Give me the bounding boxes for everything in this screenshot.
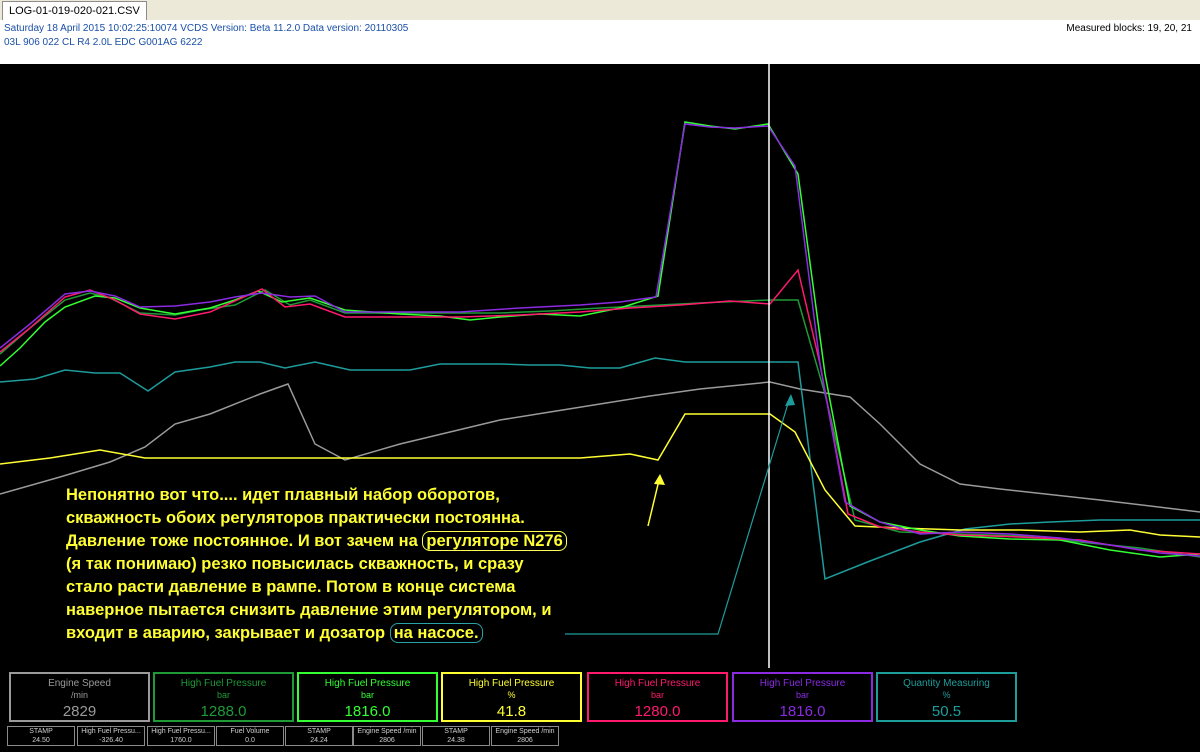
small-box-value: 24.24 [310,737,328,744]
small-box-label: STAMP [29,728,53,735]
measure-name: High Fuel Pressure [759,678,846,689]
small-fuel-pressure-box-2[interactable]: High Fuel Pressu... 1760.0 [147,726,215,746]
stamp-box-2[interactable]: STAMP 24.24 [285,726,353,746]
measure-value: 1280.0 [634,703,681,720]
measure-unit: % [507,690,516,700]
small-box-value: 24.50 [32,737,50,744]
measure-value: 50.5 [931,703,962,720]
small-fuel-volume-box[interactable]: Fuel Volume 0.0 [216,726,284,746]
measure-name: High Fuel Pressure [324,678,411,689]
measure-unit: bar [650,690,664,700]
annotation-arrow-teal-head [785,394,795,406]
measure-value: 1816.0 [779,703,826,720]
measure-unit: % [942,690,951,700]
tab-log-file[interactable]: LOG-01-019-020-021.CSV [2,1,147,20]
measure-value: 1816.0 [344,703,391,720]
small-box-value: 24.38 [447,737,465,744]
small-fuel-pressure-box-1[interactable]: High Fuel Pressu... -326.40 [77,726,145,746]
annotation-comment: Непонятно вот что.... идет плавный набор… [66,484,706,645]
measure-high-fuel-pressure-1[interactable]: High Fuel Pressure bar 1288.0 [153,672,294,722]
header-info-line: Saturday 18 April 2015 10:02:25:10074 VC… [4,23,409,34]
small-box-value: 1760.0 [170,737,192,744]
stamp-box[interactable]: STAMP 24.50 [7,726,75,746]
measure-unit: bar [216,690,230,700]
measure-name: Engine Speed [48,678,111,689]
small-box-label: High Fuel Pressu... [151,728,211,735]
small-engine-speed-box-1[interactable]: Engine Speed /min 2806 [353,726,421,746]
small-engine-speed-box-2[interactable]: Engine Speed /min 2806 [491,726,559,746]
measure-high-fuel-pressure-3[interactable]: High Fuel Pressure % 41.8 [441,672,582,722]
tab-bar: LOG-01-019-020-021.CSV [0,0,1200,21]
measure-high-fuel-pressure-2[interactable]: High Fuel Pressure bar 1816.0 [297,672,438,722]
measured-blocks: Measured blocks: 19, 20, 21 [1066,23,1192,34]
measure-unit: /min [70,690,88,700]
measure-engine-speed[interactable]: Engine Speed /min 2829 [9,672,150,722]
small-box-label: Engine Speed /min [357,728,417,735]
small-box-value: 2806 [379,737,395,744]
annotation-highlight-regulator: регуляторе N276 [422,531,567,551]
small-box-label: Engine Speed /min [495,728,555,735]
stamp-box-3[interactable]: STAMP 24.38 [422,726,490,746]
small-box-label: STAMP [444,728,468,735]
small-box-value: 2806 [517,737,533,744]
measure-high-fuel-pressure-5[interactable]: High Fuel Pressure bar 1816.0 [732,672,873,722]
measure-name: High Fuel Pressure [468,678,555,689]
measure-high-fuel-pressure-4[interactable]: High Fuel Pressure bar 1280.0 [587,672,728,722]
small-box-value: 0.0 [245,737,255,744]
measure-value: 41.8 [496,703,527,720]
measure-value: 1288.0 [200,703,247,720]
measure-quantity-measuring[interactable]: Quantity Measuring % 50.5 [876,672,1017,722]
small-box-value: -326.40 [99,737,123,744]
measure-name: High Fuel Pressure [614,678,701,689]
measure-unit: bar [360,690,374,700]
annotation-highlight-pump: на насосе. [389,623,483,643]
measurement-panel: Engine Speed /min 2829 High Fuel Pressur… [0,668,1200,752]
measure-value: 2829 [62,703,97,720]
log-header: Saturday 18 April 2015 10:02:25:10074 VC… [0,20,1200,64]
small-box-label: High Fuel Pressu... [81,728,141,735]
small-box-label: Fuel Volume [230,728,270,735]
measure-name: High Fuel Pressure [180,678,267,689]
measure-name: Quantity Measuring [903,678,990,689]
header-ecu-line: 03L 906 022 CL R4 2.0L EDC G001AG 6222 [4,37,203,48]
small-box-label: STAMP [307,728,331,735]
measure-unit: bar [795,690,809,700]
